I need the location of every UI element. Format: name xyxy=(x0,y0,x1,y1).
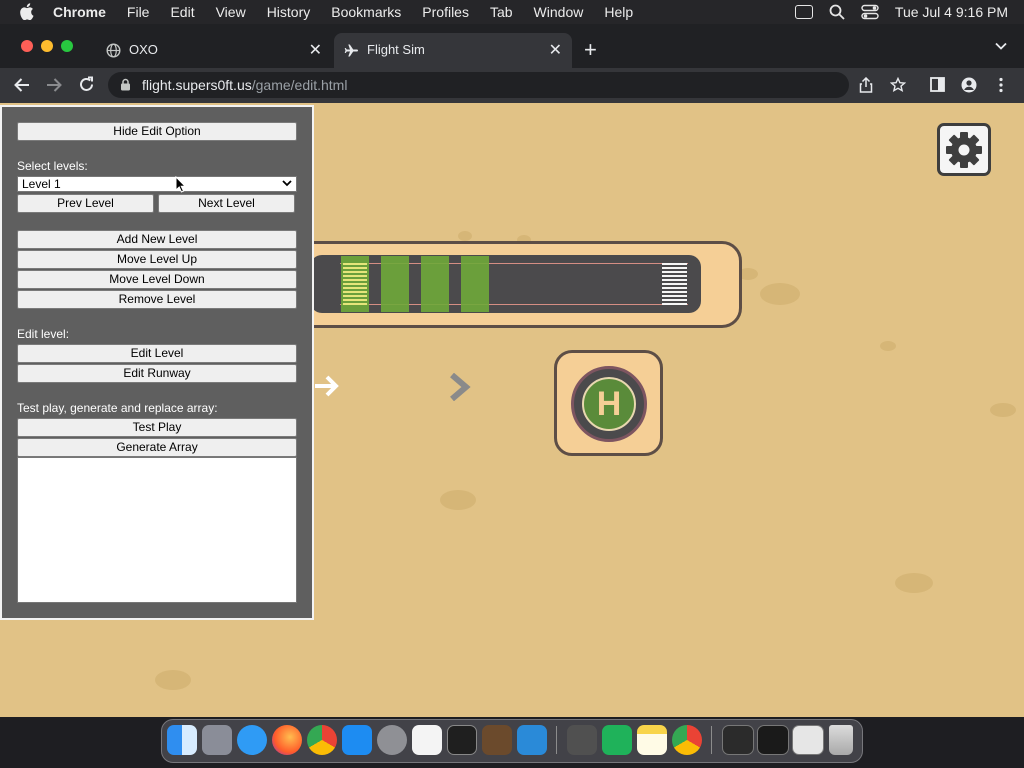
airplane-icon xyxy=(344,44,358,57)
helipad-letter: H xyxy=(596,385,622,423)
prev-level-button[interactable]: Prev Level xyxy=(17,194,154,213)
lock-icon[interactable] xyxy=(120,78,131,91)
menu-help[interactable]: Help xyxy=(604,4,633,20)
spotlight-search-icon[interactable] xyxy=(829,4,845,20)
tab-title: Flight Sim xyxy=(367,42,425,57)
grass-block xyxy=(421,256,449,312)
menu-edit[interactable]: Edit xyxy=(170,4,194,20)
profile-icon[interactable] xyxy=(961,77,977,93)
menu-view[interactable]: View xyxy=(216,4,246,20)
generate-array-button[interactable]: Generate Array xyxy=(17,438,297,457)
sand-patch xyxy=(440,490,476,510)
minimized-window-icon[interactable] xyxy=(757,725,789,755)
sand-patch xyxy=(880,341,896,351)
new-tab-icon[interactable]: + xyxy=(584,37,597,63)
control-center-icon[interactable] xyxy=(861,4,879,20)
grass-block xyxy=(381,256,409,312)
minimized-window-icon[interactable] xyxy=(792,725,824,755)
array-output-textarea[interactable] xyxy=(17,457,297,603)
settings-button[interactable] xyxy=(937,123,991,176)
vscode-icon[interactable] xyxy=(517,725,547,755)
sand-patch xyxy=(760,283,800,305)
macos-menu-bar: Chrome File Edit View History Bookmarks … xyxy=(0,0,1024,24)
url-text[interactable]: flight.supers0ft.us/game/edit.html xyxy=(142,77,347,93)
system-settings-icon[interactable] xyxy=(377,725,407,755)
menu-profiles[interactable]: Profiles xyxy=(422,4,469,20)
tab-close-icon[interactable]: ✕ xyxy=(309,40,322,60)
back-arrow-icon[interactable] xyxy=(13,77,31,93)
menu-app-name[interactable]: Chrome xyxy=(53,4,106,20)
sand-patch xyxy=(458,231,472,241)
launchpad-icon[interactable] xyxy=(202,725,232,755)
menu-clock[interactable]: Tue Jul 4 9:16 PM xyxy=(895,4,1008,20)
window-minimize-button[interactable] xyxy=(41,40,53,52)
next-level-button[interactable]: Next Level xyxy=(158,194,295,213)
select-levels-label: Select levels: xyxy=(17,159,88,173)
terminal-icon[interactable] xyxy=(447,725,477,755)
sand-patch xyxy=(990,403,1016,417)
firefox-icon[interactable] xyxy=(272,725,302,755)
level-select-value: Level 1 xyxy=(22,177,61,191)
tab-title: OXO xyxy=(129,42,158,57)
notes-icon[interactable] xyxy=(637,725,667,755)
add-new-level-button[interactable]: Add New Level xyxy=(17,230,297,249)
chrome-icon[interactable] xyxy=(672,725,702,755)
test-play-button[interactable]: Test Play xyxy=(17,418,297,437)
reload-icon[interactable] xyxy=(78,76,95,93)
dock-separator xyxy=(556,726,557,754)
runway-threshold-right xyxy=(662,263,687,305)
remove-level-button[interactable]: Remove Level xyxy=(17,290,297,309)
menu-tab[interactable]: Tab xyxy=(490,4,513,20)
dock-separator xyxy=(711,726,712,754)
numbers-icon[interactable] xyxy=(602,725,632,755)
screen-mirroring-icon[interactable] xyxy=(794,5,813,19)
garageband-icon[interactable] xyxy=(482,725,512,755)
chevron-down-icon xyxy=(282,180,292,187)
apple-icon[interactable] xyxy=(20,3,34,20)
gear-icon xyxy=(946,131,982,168)
textedit-icon[interactable] xyxy=(412,725,442,755)
forward-arrow-icon[interactable] xyxy=(45,77,63,93)
globe-icon xyxy=(106,43,121,58)
sand-patch xyxy=(155,670,191,690)
edit-level-label: Edit level: xyxy=(17,327,70,341)
hide-edit-option-button[interactable]: Hide Edit Option xyxy=(17,122,297,141)
menu-file[interactable]: File xyxy=(127,4,150,20)
test-play-section-label: Test play, generate and replace array: xyxy=(17,401,218,415)
sand-patch xyxy=(895,573,933,593)
menu-window[interactable]: Window xyxy=(534,4,584,20)
tab-oxo[interactable]: OXO ✕ xyxy=(96,33,332,68)
trash-icon[interactable] xyxy=(829,725,853,755)
menu-history[interactable]: History xyxy=(267,4,311,20)
finder-icon[interactable] xyxy=(167,725,197,755)
share-icon[interactable] xyxy=(859,77,873,93)
safari-icon[interactable] xyxy=(237,725,267,755)
move-level-down-button[interactable]: Move Level Down xyxy=(17,270,297,289)
tab-flight-sim[interactable]: Flight Sim ✕ xyxy=(334,33,572,68)
edit-level-button[interactable]: Edit Level xyxy=(17,344,297,363)
grass-block xyxy=(461,256,489,312)
move-level-up-button[interactable]: Move Level Up xyxy=(17,250,297,269)
runway-chevron-icon xyxy=(450,373,471,401)
window-zoom-button[interactable] xyxy=(61,40,73,52)
bookmark-star-icon[interactable] xyxy=(890,77,906,93)
runway-threshold-left xyxy=(343,263,367,305)
tab-close-icon[interactable]: ✕ xyxy=(549,40,562,60)
url-host: flight.supers0ft.us xyxy=(142,77,252,93)
mouse-cursor-icon xyxy=(175,176,187,193)
edit-runway-button[interactable]: Edit Runway xyxy=(17,364,297,383)
app-store-icon[interactable] xyxy=(342,725,372,755)
calculator-icon[interactable] xyxy=(567,725,597,755)
side-panel-icon[interactable] xyxy=(930,77,945,92)
runway-entry-arrow-icon xyxy=(315,375,339,397)
tab-search-chevron-icon[interactable] xyxy=(995,42,1007,50)
chrome-icon[interactable] xyxy=(307,725,337,755)
menu-bookmarks[interactable]: Bookmarks xyxy=(331,4,401,20)
window-close-button[interactable] xyxy=(21,40,33,52)
minimized-window-icon[interactable] xyxy=(722,725,754,755)
chrome-menu-icon[interactable] xyxy=(998,77,1004,93)
level-select[interactable]: Level 1 xyxy=(17,176,297,192)
url-path: /game/edit.html xyxy=(251,77,348,93)
